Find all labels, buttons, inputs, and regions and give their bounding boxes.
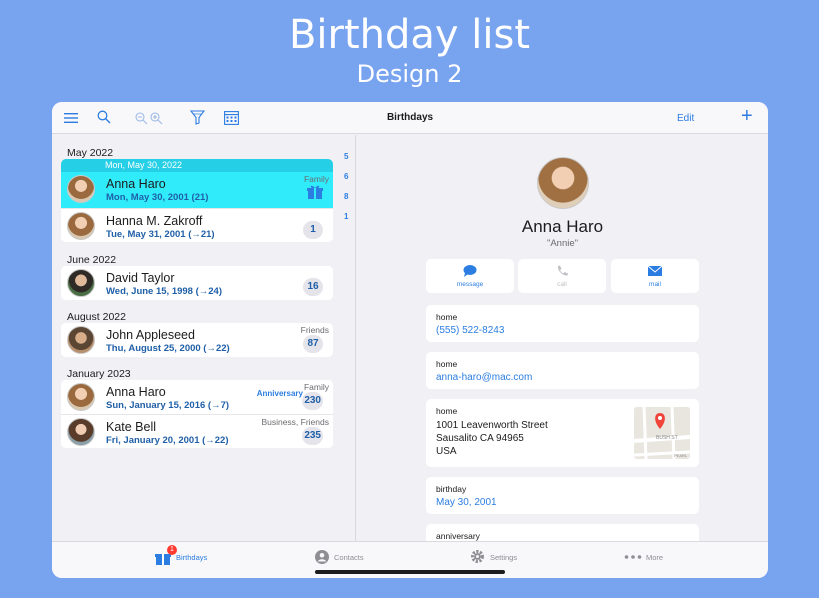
birthday-field[interactable]: birthday May 30, 2001 <box>426 477 699 514</box>
address-field[interactable]: home 1001 Leavenworth Street Sausalito C… <box>426 399 699 467</box>
section-index-item[interactable]: 5 <box>344 152 348 161</box>
section-header: January 2023 <box>67 368 131 380</box>
contact-name: David Taylor <box>106 271 175 285</box>
days-badge: 230 <box>302 392 323 410</box>
avatar <box>67 212 95 240</box>
section-card: Mon, May 30, 2022 Anna Haro Mon, May 30,… <box>61 159 333 242</box>
home-indicator <box>315 570 505 574</box>
section-header: August 2022 <box>67 311 126 323</box>
gear-icon <box>471 550 484 563</box>
section-card: David Taylor Wed, June 15, 1998 (→24) 16 <box>61 266 333 300</box>
section-header: June 2022 <box>67 254 117 266</box>
email-value[interactable]: anna-haro@mac.com <box>436 372 689 383</box>
contact-photo <box>537 157 589 209</box>
days-badge: 1 <box>303 221 323 239</box>
avatar <box>67 383 95 411</box>
person-circle-icon <box>315 550 329 564</box>
list-item[interactable]: Anna Haro Sun, January 15, 2016 (→7) Fam… <box>61 380 333 414</box>
promo-subtitle: Design 2 <box>356 60 463 88</box>
message-bubble-icon <box>463 265 477 277</box>
avatar <box>67 269 95 297</box>
anniversary-date: Sun, January 15, 2016 (→7) <box>106 400 230 411</box>
map-street-label: PEARL <box>674 453 688 458</box>
birthday-date: Tue, May 31, 2001 (→21) <box>106 229 215 240</box>
tab-label: Settings <box>490 553 518 562</box>
section-card: Anna Haro Sun, January 15, 2016 (→7) Fam… <box>61 380 333 448</box>
group-tag: Family <box>303 174 329 184</box>
call-button[interactable]: call <box>518 259 606 293</box>
avatar <box>67 326 95 354</box>
contact-name: John Appleseed <box>106 328 195 342</box>
edit-button[interactable]: Edit <box>677 113 694 124</box>
map-street-label: BUSH ST <box>656 435 678 441</box>
section-index-item[interactable]: 8 <box>344 192 348 201</box>
detail-name: Anna Haro <box>521 217 604 236</box>
avatar <box>67 175 95 203</box>
group-tag: Business, Friends <box>261 417 329 427</box>
avatar <box>67 418 95 446</box>
contact-name: Kate Bell <box>106 420 157 434</box>
section-index-item[interactable]: 6 <box>344 172 348 181</box>
add-button[interactable]: + <box>741 105 753 128</box>
section-header: May 2022 <box>67 147 114 159</box>
map-pin-icon: BUSH ST PEARL <box>634 407 690 459</box>
toolbar-title: Birthdays <box>386 112 434 123</box>
promo-title: Birthday list <box>288 12 531 58</box>
contact-name: Anna Haro <box>106 385 166 399</box>
action-label: call <box>557 281 567 288</box>
list-item[interactable]: Hanna M. Zakroff Tue, May 31, 2001 (→21)… <box>61 208 333 242</box>
section-index-item[interactable]: 1 <box>344 212 348 221</box>
action-label: message <box>456 281 484 288</box>
message-button[interactable]: message <box>426 259 514 293</box>
anniversary-label: Anniversary <box>256 389 303 398</box>
action-label: mail <box>649 281 661 288</box>
birthday-date: Thu, August 25, 2000 (→22) <box>106 343 230 354</box>
phone-field[interactable]: home (555) 522-8243 <box>426 305 699 342</box>
contact-name: Hanna M. Zakroff <box>106 214 203 228</box>
field-label: anniversary <box>436 531 480 541</box>
field-label: birthday <box>436 484 467 494</box>
days-badge: 87 <box>303 335 323 353</box>
list-item[interactable]: Kate Bell Fri, January 20, 2001 (→22) Bu… <box>61 414 333 448</box>
tab-label: More <box>646 553 664 562</box>
list-item[interactable]: John Appleseed Thu, August 25, 2000 (→22… <box>61 323 333 357</box>
field-label: home <box>436 312 458 322</box>
contact-name: Anna Haro <box>106 177 166 191</box>
selected-date-banner: Mon, May 30, 2022 <box>61 159 333 172</box>
birthday-date: Wed, June 15, 1998 (→24) <box>106 286 222 297</box>
more-dots-icon <box>624 555 642 559</box>
section-card: John Appleseed Thu, August 25, 2000 (→22… <box>61 323 333 357</box>
contact-detail: Anna Haro "Annie" message call mail home… <box>357 135 768 561</box>
gift-icon <box>307 185 323 199</box>
map-thumbnail[interactable]: BUSH ST PEARL <box>634 407 690 459</box>
envelope-icon <box>647 265 663 276</box>
mail-button[interactable]: mail <box>611 259 699 293</box>
group-tag: Family <box>303 382 329 392</box>
days-badge: 16 <box>303 278 323 296</box>
tab-label: Contacts <box>334 553 364 562</box>
birthday-list: May 2022 Mon, May 30, 2022 Anna Haro Mon… <box>52 135 356 541</box>
birthday-value[interactable]: May 30, 2001 <box>436 497 689 508</box>
birthday-date: Fri, January 20, 2001 (→22) <box>106 435 229 446</box>
top-toolbar: Birthdays Edit + <box>52 102 768 134</box>
field-label: home <box>436 359 458 369</box>
detail-nickname: "Annie" <box>546 238 579 249</box>
phone-icon <box>557 265 568 276</box>
group-tag: Friends <box>300 325 329 335</box>
birthday-date: Mon, May 30, 2001 (21) <box>106 192 209 203</box>
email-field[interactable]: home anna-haro@mac.com <box>426 352 699 389</box>
app-window: Birthdays Edit + May 2022 Mon, May 30, 2… <box>52 102 768 578</box>
phone-value[interactable]: (555) 522-8243 <box>436 325 689 336</box>
days-badge: 235 <box>302 427 323 445</box>
list-item[interactable]: Anna Haro Mon, May 30, 2001 (21) Family <box>61 172 333 208</box>
tab-label: Birthdays <box>176 553 208 562</box>
list-item[interactable]: David Taylor Wed, June 15, 1998 (→24) 16 <box>61 266 333 300</box>
